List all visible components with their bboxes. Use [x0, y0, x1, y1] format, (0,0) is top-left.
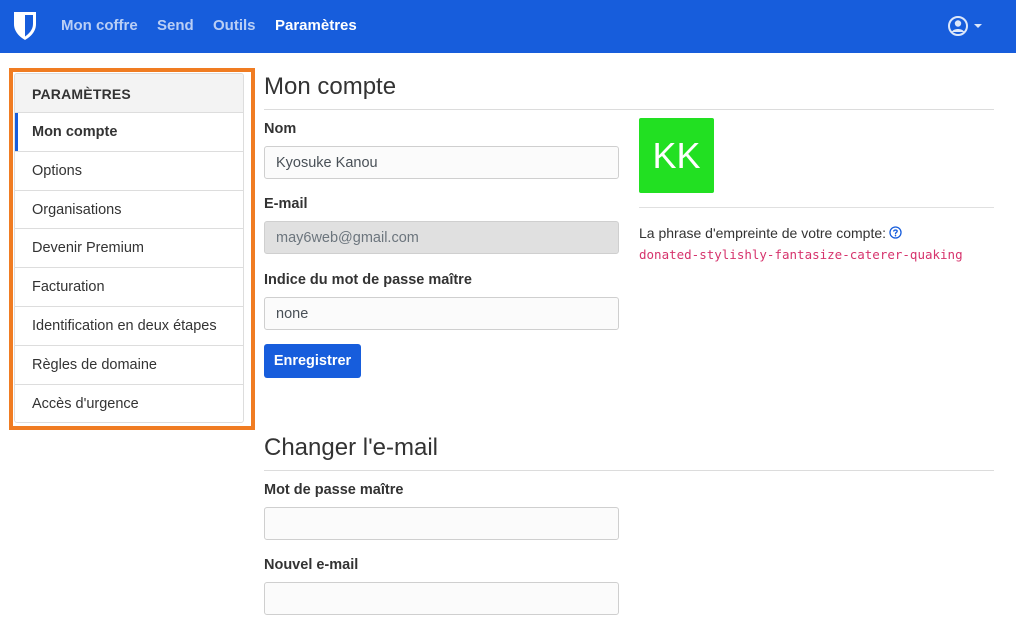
master-password-label: Mot de passe maître	[264, 482, 404, 498]
chevron-down-icon	[974, 24, 982, 28]
email-label: E-mail	[264, 196, 308, 212]
sidebar-item-organizations[interactable]: Organisations	[15, 191, 243, 230]
nav-settings[interactable]: Paramètres	[275, 17, 357, 34]
bitwarden-shield-icon[interactable]	[13, 11, 37, 41]
question-circle-icon[interactable]	[889, 226, 902, 239]
sidebar-item-two-step-login[interactable]: Identification en deux étapes	[15, 307, 243, 346]
nav-send[interactable]: Send	[157, 17, 194, 34]
fingerprint-label-text: La phrase d'empreinte de votre compte:	[639, 225, 887, 241]
name-input[interactable]	[264, 146, 619, 179]
settings-sidebar: PARAMÈTRES Mon compte Options Organisati…	[14, 73, 244, 423]
avatar-initials: KK	[652, 134, 701, 176]
master-password-hint-label: Indice du mot de passe maître	[264, 272, 472, 288]
change-email-divider	[264, 470, 994, 471]
fingerprint-phrase: donated-stylishly-fantasize-caterer-quak…	[639, 247, 963, 262]
account-menu-button[interactable]	[947, 15, 983, 37]
page-title: Mon compte	[264, 73, 397, 100]
new-email-input[interactable]	[264, 582, 619, 615]
sidebar-header: PARAMÈTRES	[15, 74, 243, 113]
sidebar-item-my-account[interactable]: Mon compte	[15, 113, 243, 152]
nav-tools[interactable]: Outils	[213, 17, 256, 34]
sidebar-item-billing[interactable]: Facturation	[15, 268, 243, 307]
save-button[interactable]: Enregistrer	[264, 344, 361, 378]
master-password-hint-input[interactable]	[264, 297, 619, 330]
master-password-input[interactable]	[264, 507, 619, 540]
new-email-label: Nouvel e-mail	[264, 557, 359, 573]
email-input[interactable]	[264, 221, 619, 254]
name-label: Nom	[264, 121, 297, 137]
sidebar-item-emergency-access[interactable]: Accès d'urgence	[15, 385, 243, 422]
title-divider	[264, 109, 994, 110]
avatar-divider	[639, 207, 994, 208]
avatar: KK	[639, 118, 714, 193]
top-navbar: Mon coffre Send Outils Paramètres	[0, 0, 1016, 53]
sidebar-item-domain-rules[interactable]: Règles de domaine	[15, 346, 243, 385]
sidebar-item-premium[interactable]: Devenir Premium	[15, 229, 243, 269]
nav-my-vault[interactable]: Mon coffre	[61, 17, 138, 34]
sidebar-item-options[interactable]: Options	[15, 152, 243, 191]
change-email-title: Changer l'e-mail	[264, 434, 438, 461]
fingerprint-label: La phrase d'empreinte de votre compte:	[639, 225, 902, 241]
user-circle-icon	[948, 16, 982, 36]
